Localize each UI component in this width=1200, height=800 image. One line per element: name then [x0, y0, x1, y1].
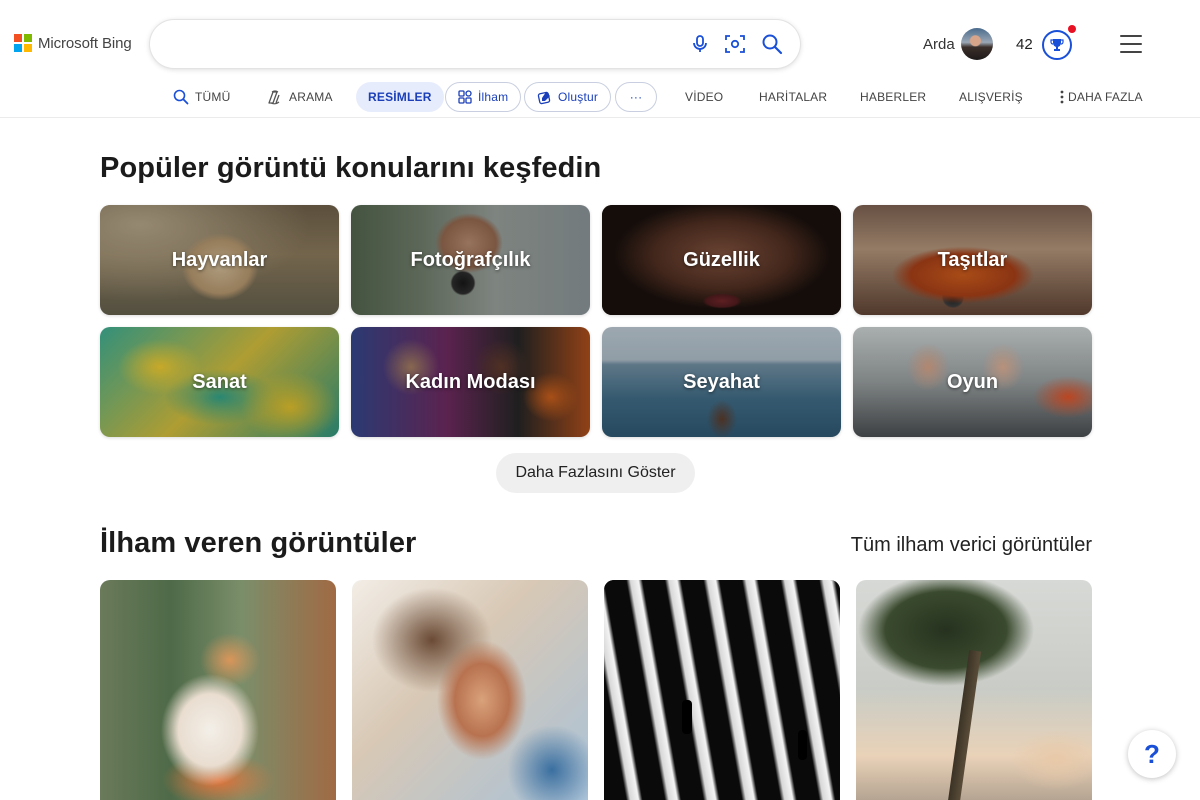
topic-tile-animals[interactable]: Hayvanlar [100, 205, 339, 315]
tab-all[interactable]: TÜMÜ [173, 82, 230, 112]
topic-tile-gaming[interactable]: Oyun [853, 327, 1092, 437]
tab-news[interactable]: HABERLER [860, 82, 926, 112]
inspire-card-puppy[interactable] [100, 580, 336, 800]
tab-inspire[interactable]: İlham [445, 82, 522, 112]
portrait-painting-image [352, 580, 588, 800]
inspiring-title: İlham veren görüntüler [100, 527, 417, 559]
tab-video[interactable]: VİDEO [685, 82, 723, 112]
explore-title: Popüler görüntü konularını keşfedin [100, 152, 602, 184]
inspire-icon [458, 90, 472, 104]
tab-label: İlham [478, 90, 509, 104]
topic-label: Oyun [946, 370, 999, 393]
puppy-image [100, 580, 336, 800]
topic-label: Güzellik [683, 248, 760, 271]
inspire-card-palms[interactable] [856, 580, 1092, 800]
topic-tile-photography[interactable]: Fotoğrafçılık [351, 205, 590, 315]
search-box [150, 20, 800, 68]
search-input[interactable] [172, 30, 682, 58]
tab-shopping[interactable]: ALIŞVERİŞ [959, 82, 1023, 112]
visual-search-icon[interactable] [723, 32, 747, 56]
tab-label: ··· [629, 90, 643, 104]
tab-label: ALIŞVERİŞ [959, 90, 1023, 104]
tab-label: Oluştur [558, 90, 599, 104]
microsoft-logo-icon [14, 34, 32, 52]
tab-label: HARİTALAR [759, 90, 828, 104]
topic-label: Sanat [192, 370, 247, 393]
search-icon[interactable] [760, 32, 784, 56]
topic-tile-beauty[interactable]: Güzellik [602, 205, 841, 315]
topic-tile-vehicles[interactable]: Taşıtlar [853, 205, 1092, 315]
more-vertical-icon [1060, 90, 1064, 104]
topic-label: Seyahat [683, 370, 760, 393]
tab-label: VİDEO [685, 90, 724, 104]
rewards-points[interactable]: 42 [1016, 36, 1033, 53]
microphone-icon[interactable] [688, 32, 712, 56]
silhouette-figure [682, 700, 692, 734]
help-button[interactable]: ? [1128, 730, 1176, 778]
see-all-inspiring-link[interactable]: Tüm ilham verici görüntüler [851, 534, 1092, 557]
user-name[interactable]: Arda [923, 36, 955, 53]
tab-label: HABERLER [860, 90, 927, 104]
silhouette-figure [798, 730, 807, 760]
copilot-icon [268, 89, 280, 104]
search-icon [173, 89, 189, 105]
inspire-card-painting[interactable] [352, 580, 588, 800]
tab-label: ARAMA [289, 90, 333, 104]
topic-label: Hayvanlar [171, 248, 268, 271]
topic-label: Kadın Modası [405, 370, 536, 393]
header: Microsoft Bing Arda 42 TÜMÜ ARAMA RESİML… [0, 0, 1200, 118]
brand-name: Microsoft Bing [38, 34, 132, 52]
rewards-trophy-icon[interactable] [1042, 30, 1072, 60]
topic-label: Fotoğrafçılık [410, 248, 531, 271]
tab-maps[interactable]: HARİTALAR [759, 82, 827, 112]
bing-logo[interactable]: Microsoft Bing [14, 34, 132, 52]
tab-label: TÜMÜ [195, 90, 231, 104]
topic-tile-womens-fashion[interactable]: Kadın Modası [351, 327, 590, 437]
topic-tile-art[interactable]: Sanat [100, 327, 339, 437]
tab-more[interactable]: DAHA FAZLA [1060, 82, 1143, 112]
topic-label: Taşıtlar [937, 248, 1008, 271]
tab-images[interactable]: RESİMLER [356, 82, 444, 112]
topic-tile-travel[interactable]: Seyahat [602, 327, 841, 437]
tab-label: RESİMLER [368, 90, 432, 104]
create-icon [537, 91, 551, 104]
tab-create[interactable]: Oluştur [524, 82, 612, 112]
navigation-tabs: TÜMÜ ARAMA RESİMLER İlham Oluştur ··· Vİ… [0, 82, 1200, 112]
inspire-card-shadows[interactable] [604, 580, 840, 800]
tab-label: DAHA FAZLA [1068, 90, 1143, 104]
more-options-button[interactable]: ··· [615, 82, 657, 112]
menu-icon[interactable] [1120, 35, 1142, 53]
tab-search[interactable]: ARAMA [266, 82, 333, 112]
notification-dot [1068, 25, 1076, 33]
light-stripes-image [604, 580, 840, 800]
show-more-button[interactable]: Daha Fazlasını Göster [496, 453, 695, 493]
avatar[interactable] [961, 28, 993, 60]
